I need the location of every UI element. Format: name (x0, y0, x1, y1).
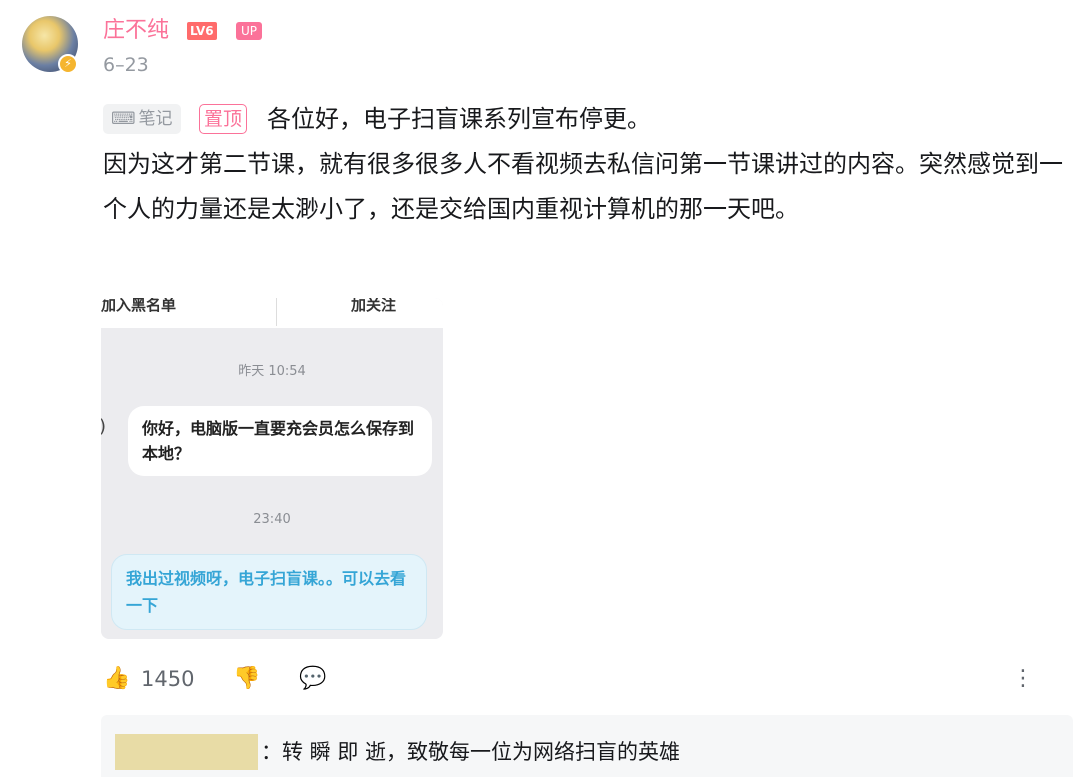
like-count: 1450 (141, 667, 195, 691)
follow-label: 加关注 (351, 298, 397, 314)
level-badge: LV6 (187, 22, 217, 40)
blacklist-label: 加入黑名单 (101, 298, 177, 314)
post-content: 各位好，电子扫盲课系列宣布停更。 因为这才第二节课，就有很多很多人不看视频去私信… (103, 97, 1068, 232)
reply-username-redacted (115, 734, 258, 770)
post-image[interactable]: 加入黑名单 加关注 昨天 10:54 ) 你好，电脑版一直要充会员怎么保存到本地… (101, 298, 443, 639)
reply-preview[interactable]: ：转 瞬 即 逝，致敬每一位为网络扫盲的英雄 (101, 715, 1073, 777)
post-line-1: 各位好，电子扫盲课系列宣布停更。 (267, 105, 651, 133)
reply-text: ：转 瞬 即 逝，致敬每一位为网络扫盲的英雄 (261, 740, 681, 764)
verified-badge-icon: ⚡ (58, 54, 78, 74)
comment-icon[interactable]: 💬 (299, 662, 326, 696)
thumbs-down-icon[interactable]: 👎 (233, 662, 260, 696)
incoming-message: 你好，电脑版一直要充会员怎么保存到本地？ (128, 406, 432, 476)
chat-time-2: 23:40 (253, 512, 291, 527)
up-badge: UP (236, 22, 263, 40)
post-date: 6–23 (103, 54, 149, 76)
avatar-edge: ) (101, 416, 106, 437)
outgoing-message: 我出过视频呀，电子扫盲课。。可以去看一下 (111, 554, 427, 630)
thumbs-up-icon[interactable]: 👍 (103, 662, 130, 696)
chat-time-1: 昨天 10:54 (238, 364, 306, 379)
more-options-icon[interactable]: ⋮ (1012, 662, 1034, 696)
chat-top-bar: 加入黑名单 加关注 (101, 298, 443, 328)
post-line-2: 因为这才第二节课，就有很多很多人不看视频去私信问第一节课讲过的内容。突然感觉到一… (103, 150, 1063, 223)
username[interactable]: 庄不纯 (103, 16, 169, 46)
divider (276, 298, 277, 326)
